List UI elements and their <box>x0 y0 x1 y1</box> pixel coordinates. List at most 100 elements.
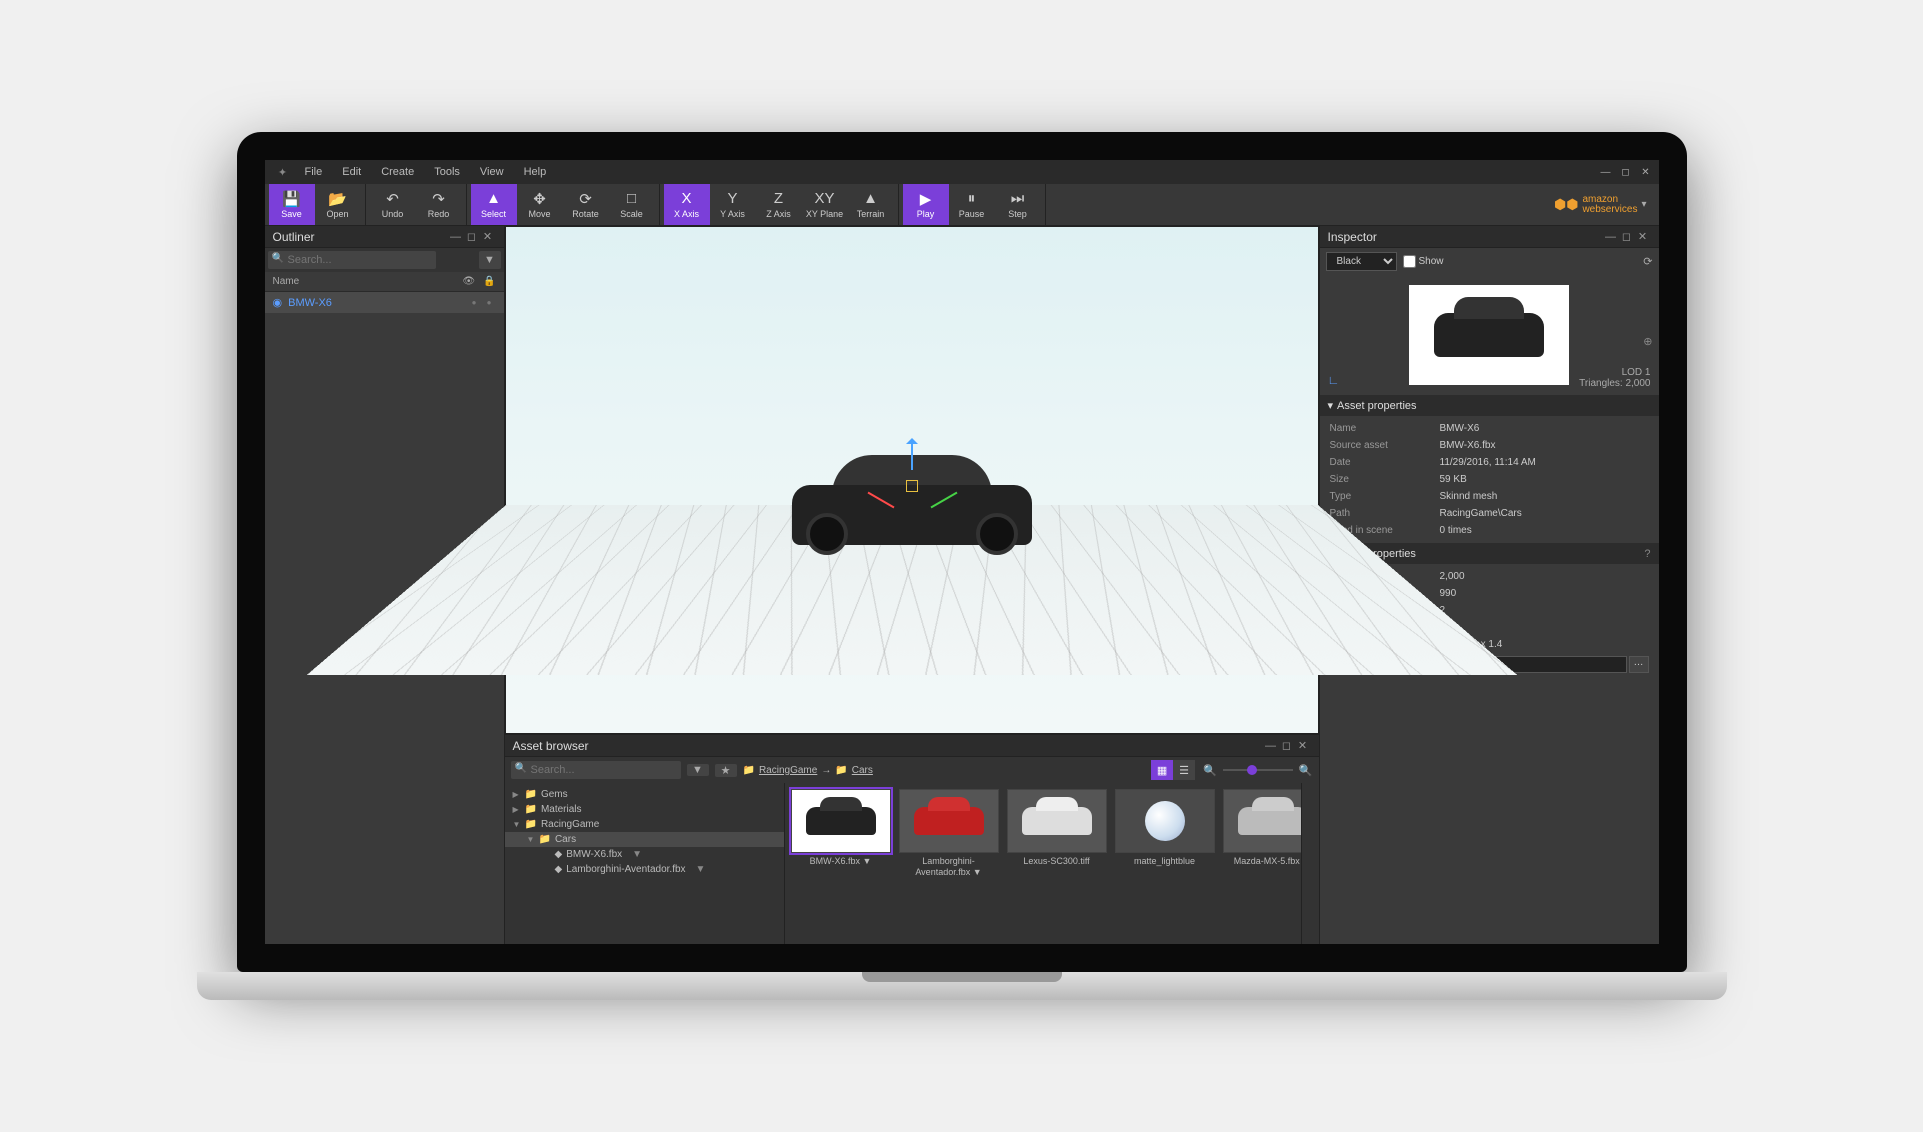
asset-filter-button[interactable]: ▼ <box>687 764 709 776</box>
asset-browser-panel: Asset browser — ◻ ✕ 🔍 ▼ ★ <box>505 734 1319 944</box>
chevron-right-icon[interactable]: ⊕ <box>1643 335 1652 348</box>
scale-tool[interactable]: □Scale <box>609 184 655 225</box>
redo-button[interactable]: ↷Redo <box>416 184 462 225</box>
undo-icon: ↶ <box>386 190 399 208</box>
menu-view[interactable]: View <box>470 166 514 178</box>
panel-close-icon[interactable]: ✕ <box>480 230 496 243</box>
pause-button[interactable]: ⏸Pause <box>949 184 995 225</box>
triangles-preview-label: Triangles: 2,000 <box>1579 378 1650 389</box>
folder-icon: 📁 <box>539 834 551 845</box>
window-minimize-icon[interactable]: — <box>1599 165 1613 179</box>
panel-close-icon[interactable]: ✕ <box>1295 739 1311 752</box>
terrain-button[interactable]: ▲Terrain <box>848 184 894 225</box>
asset-browser-title: Asset browser <box>513 739 589 753</box>
menu-tools[interactable]: Tools <box>424 166 470 178</box>
z-axis-button[interactable]: ZZ Axis <box>756 184 802 225</box>
rotate-tool[interactable]: ⟳Rotate <box>563 184 609 225</box>
lod-label: LOD 1 <box>1579 367 1650 378</box>
view-grid-button[interactable]: ▦ <box>1151 760 1173 780</box>
gizmo-z-axis[interactable] <box>911 440 913 470</box>
move-tool[interactable]: ✥Move <box>517 184 563 225</box>
selected-model[interactable] <box>782 425 1042 555</box>
scale-icon: □ <box>627 190 636 208</box>
zoom-in-icon[interactable]: 🔍 <box>1299 764 1313 777</box>
help-icon[interactable]: ? <box>1644 548 1650 560</box>
breadcrumb: 📁 RacingGame → 📁 Cars <box>743 765 873 776</box>
inspector-show-checkbox[interactable]: Show <box>1403 255 1444 268</box>
save-button[interactable]: 💾Save <box>269 184 315 225</box>
visibility-icon: 👁 <box>462 276 475 287</box>
gizmo-center[interactable] <box>906 480 918 492</box>
breadcrumb-item[interactable]: Cars <box>852 765 873 776</box>
refresh-icon[interactable]: ⟳ <box>1643 255 1652 268</box>
menubar: ✦ File Edit Create Tools View Help — ◻ ✕ <box>265 160 1659 184</box>
panel-minimize-icon[interactable]: — <box>1603 231 1619 243</box>
asset-search-input[interactable] <box>511 761 681 779</box>
viewport-3d[interactable] <box>505 226 1319 734</box>
app-root: ✦ File Edit Create Tools View Help — ◻ ✕… <box>265 160 1659 944</box>
play-button[interactable]: ▶Play <box>903 184 949 225</box>
inspector-color-select[interactable]: Black <box>1326 252 1397 271</box>
inspector-title: Inspector <box>1328 230 1377 244</box>
aws-brand-badge[interactable]: ⬢⬢ amazon webservices ▾ <box>1542 184 1659 225</box>
asset-grid: BMW-X6.fbx ▼ Lamborghini-Aventador.fbx ▼… <box>785 783 1301 944</box>
step-button[interactable]: ⏭Step <box>995 184 1041 225</box>
asset-card[interactable]: Lamborghini-Aventador.fbx ▼ <box>899 789 999 938</box>
play-icon: ▶ <box>920 190 932 208</box>
outliner-search-input[interactable] <box>268 251 436 269</box>
open-button[interactable]: 📂Open <box>315 184 361 225</box>
axis-indicator-icon: ∟ <box>1328 373 1340 387</box>
menu-edit[interactable]: Edit <box>332 166 371 178</box>
pause-icon: ⏸ <box>968 190 976 208</box>
view-list-button[interactable]: ☰ <box>1173 760 1195 780</box>
menu-help[interactable]: Help <box>514 166 557 178</box>
panel-minimize-icon[interactable]: — <box>448 231 464 243</box>
material-browse-button[interactable]: … <box>1629 656 1649 673</box>
xy-plane-button[interactable]: XYXY Plane <box>802 184 848 225</box>
folder-icon: 📁 <box>525 789 537 800</box>
toolbar: 💾Save 📂Open ↶Undo ↷Redo ▲Select ✥Move ⟳R… <box>265 184 1659 226</box>
tree-item-file[interactable]: ◆Lamborghini-Aventador.fbx▼ <box>505 862 784 877</box>
step-icon: ⏭ <box>1011 190 1025 208</box>
breadcrumb-item[interactable]: RacingGame <box>759 765 817 776</box>
save-icon: 💾 <box>282 190 301 208</box>
panel-maximize-icon[interactable]: ◻ <box>1279 739 1295 752</box>
asset-properties-header[interactable]: ▾ Asset properties <box>1320 395 1659 416</box>
folder-icon: 📁 <box>743 765 755 776</box>
outliner-filter-button[interactable]: ▼ <box>479 251 501 269</box>
tree-item-materials[interactable]: ▶📁Materials <box>505 802 784 817</box>
zoom-slider[interactable]: 🔍 🔍 <box>1203 764 1312 777</box>
panel-maximize-icon[interactable]: ◻ <box>1619 230 1635 243</box>
lock-icon: 🔒 <box>483 276 495 287</box>
tree-item-racinggame[interactable]: ▼📁RacingGame <box>505 817 784 832</box>
tree-item-cars[interactable]: ▼📁Cars <box>505 832 784 847</box>
outliner-item-toggles[interactable]: ● ● <box>472 298 496 307</box>
asset-card[interactable]: matte_lightblue <box>1115 789 1215 938</box>
tree-item-file[interactable]: ◆BMW-X6.fbx▼ <box>505 847 784 862</box>
menu-create[interactable]: Create <box>371 166 424 178</box>
menu-file[interactable]: File <box>295 166 333 178</box>
undo-button[interactable]: ↶Undo <box>370 184 416 225</box>
panel-close-icon[interactable]: ✕ <box>1635 230 1651 243</box>
select-tool[interactable]: ▲Select <box>471 184 517 225</box>
window-maximize-icon[interactable]: ◻ <box>1619 165 1633 179</box>
y-axis-button[interactable]: YY Axis <box>710 184 756 225</box>
asset-card[interactable]: Mazda-MX-5.fbx ▼ <box>1223 789 1301 938</box>
outliner-col-name: Name <box>273 276 300 287</box>
zoom-out-icon[interactable]: 🔍 <box>1203 764 1217 777</box>
asset-scrollbar[interactable] <box>1301 783 1319 944</box>
laptop-base <box>197 972 1727 1000</box>
app-logo-icon: ✦ <box>271 166 295 179</box>
asset-card[interactable]: BMW-X6.fbx ▼ <box>791 789 891 938</box>
asset-card[interactable]: Lexus-SC300.tiff <box>1007 789 1107 938</box>
asset-favorite-button[interactable]: ★ <box>715 764 737 777</box>
panel-minimize-icon[interactable]: — <box>1263 740 1279 752</box>
folder-icon: 📁 <box>525 804 537 815</box>
window-close-icon[interactable]: ✕ <box>1639 165 1653 179</box>
x-axis-button[interactable]: XX Axis <box>664 184 710 225</box>
folder-icon: 📁 <box>835 765 847 776</box>
panel-maximize-icon[interactable]: ◻ <box>464 230 480 243</box>
outliner-item[interactable]: ◉ BMW-X6 ● ● <box>265 292 504 313</box>
tree-item-gems[interactable]: ▶📁Gems <box>505 787 784 802</box>
chevron-down-icon: ▾ <box>1328 399 1334 412</box>
